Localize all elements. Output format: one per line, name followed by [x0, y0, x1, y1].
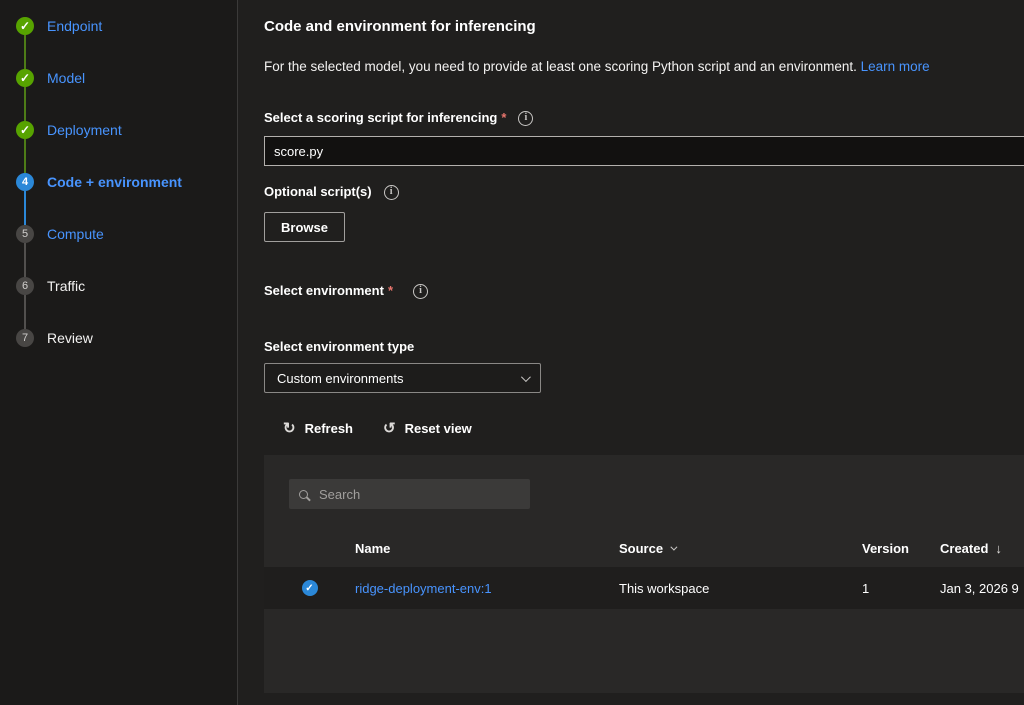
column-header-source-label: Source: [619, 541, 663, 556]
column-header-source[interactable]: Source: [619, 541, 862, 556]
optional-scripts-label: Optional script(s): [264, 184, 372, 200]
scoring-script-label: Select a scoring script for inferencing: [264, 110, 497, 126]
chevron-down-icon: [670, 543, 677, 550]
step-connector: [24, 87, 26, 121]
step-number: 6: [16, 277, 34, 295]
step-label: Code + environment: [47, 174, 182, 190]
column-header-version: Version: [862, 541, 940, 556]
step-connector: [24, 139, 26, 173]
info-icon[interactable]: i: [518, 111, 533, 126]
reset-view-button[interactable]: ↺ Reset view: [383, 421, 472, 436]
environments-panel: Name Source Version Created ↓ ✓ ridge-de…: [264, 455, 1024, 693]
wizard-steps-sidebar: ✓ Endpoint ✓ Model ✓ Deployment 4 Code +…: [0, 0, 238, 705]
refresh-button[interactable]: ↻ Refresh: [283, 421, 353, 436]
column-header-version-label: Version: [862, 541, 909, 556]
step-label: Deployment: [47, 122, 122, 138]
search-input[interactable]: [317, 486, 520, 503]
select-environment-label: Select environment: [264, 283, 384, 299]
reset-view-icon: ↺: [383, 421, 396, 436]
environments-table-header: Name Source Version Created ↓: [264, 529, 1024, 567]
chevron-down-icon: [521, 372, 531, 382]
environment-command-bar: ↻ Refresh ↺ Reset view: [283, 421, 1024, 436]
sidebar-step-compute[interactable]: 5 Compute: [0, 225, 237, 243]
sidebar-step-deployment[interactable]: ✓ Deployment: [0, 121, 237, 139]
step-connector: [24, 191, 26, 225]
step-label: Model: [47, 70, 85, 86]
step-label: Review: [47, 330, 93, 346]
step-complete-icon: ✓: [16, 69, 34, 87]
step-connector: [24, 295, 26, 329]
environment-type-label-row: Select environment type: [264, 339, 1024, 355]
sidebar-step-traffic[interactable]: 6 Traffic: [0, 277, 237, 295]
search-icon: [299, 490, 308, 499]
column-header-name-label: Name: [355, 541, 390, 556]
row-selected-radio[interactable]: ✓: [302, 580, 318, 596]
reset-view-label: Reset view: [405, 421, 472, 436]
sidebar-step-review[interactable]: 7 Review: [0, 329, 237, 347]
required-asterisk: *: [501, 110, 506, 126]
sort-descending-icon: ↓: [995, 541, 1002, 556]
page-description: For the selected model, you need to prov…: [264, 59, 1024, 75]
row-version: 1: [862, 581, 940, 596]
info-icon[interactable]: i: [384, 185, 399, 200]
sidebar-step-code-environment[interactable]: 4 Code + environment: [0, 173, 237, 191]
environment-type-dropdown[interactable]: Custom environments: [264, 363, 541, 393]
required-asterisk: *: [388, 283, 393, 299]
sidebar-step-model[interactable]: ✓ Model: [0, 69, 237, 87]
step-complete-icon: ✓: [16, 121, 34, 139]
optional-scripts-label-row: Optional script(s) i: [264, 184, 1024, 200]
environment-type-value: Custom environments: [277, 371, 403, 386]
step-label: Endpoint: [47, 18, 102, 34]
step-number: 4: [16, 173, 34, 191]
sidebar-step-endpoint[interactable]: ✓ Endpoint: [0, 17, 237, 35]
column-header-name: Name: [355, 541, 619, 556]
page-title: Code and environment for inferencing: [264, 17, 1024, 37]
row-created: Jan 3, 2026 9: [940, 581, 1024, 596]
row-source: This workspace: [619, 581, 862, 596]
step-label: Compute: [47, 226, 104, 242]
table-row[interactable]: ✓ ridge-deployment-env:1 This workspace …: [264, 567, 1024, 609]
refresh-label: Refresh: [305, 421, 353, 436]
step-connector: [24, 35, 26, 69]
environment-name-link[interactable]: ridge-deployment-env:1: [355, 581, 619, 596]
wizard-content: Code and environment for inferencing For…: [238, 0, 1024, 705]
browse-button[interactable]: Browse: [264, 212, 345, 242]
scoring-script-label-row: Select a scoring script for inferencing …: [264, 110, 1024, 126]
select-environment-label-row: Select environment * i: [264, 283, 1024, 299]
step-label: Traffic: [47, 278, 85, 294]
info-icon[interactable]: i: [413, 284, 428, 299]
refresh-icon: ↻: [283, 421, 296, 436]
learn-more-link[interactable]: Learn more: [861, 59, 930, 74]
step-connector: [24, 243, 26, 277]
environment-search-box[interactable]: [289, 479, 530, 509]
column-header-created-label: Created: [940, 541, 988, 556]
step-number: 5: [16, 225, 34, 243]
scoring-script-input[interactable]: [264, 136, 1024, 166]
step-complete-icon: ✓: [16, 17, 34, 35]
description-text: For the selected model, you need to prov…: [264, 59, 857, 74]
step-number: 7: [16, 329, 34, 347]
environment-type-label: Select environment type: [264, 339, 414, 355]
column-header-created[interactable]: Created ↓: [940, 541, 1024, 556]
